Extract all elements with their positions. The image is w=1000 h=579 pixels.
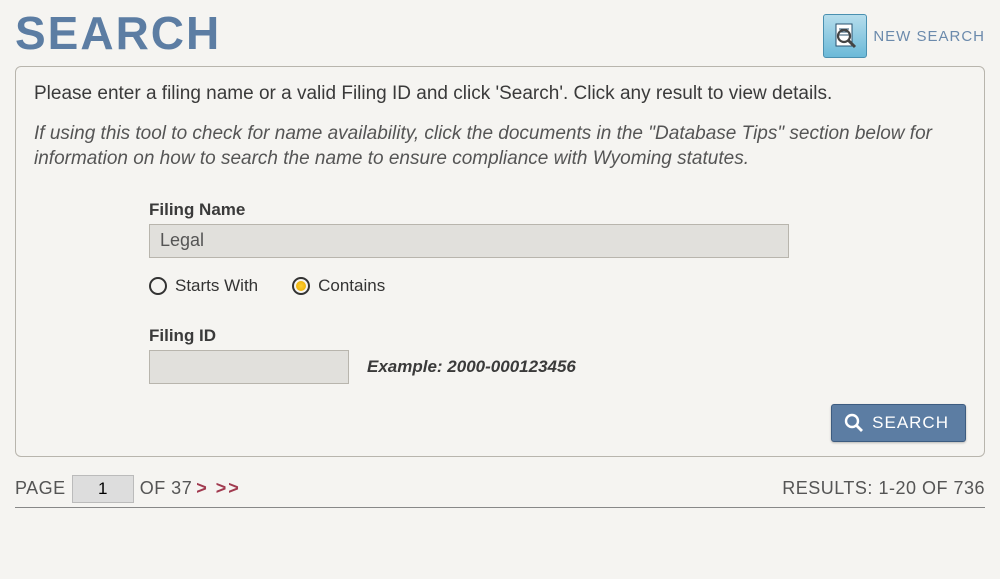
radio-contains[interactable]: Contains [292,276,385,296]
filing-id-input[interactable] [149,350,349,384]
results-summary: RESULTS: 1-20 OF 736 [782,478,985,499]
search-button-label: SEARCH [872,413,949,433]
radio-icon [292,277,310,295]
new-search-label: NEW SEARCH [873,28,985,45]
pager-next-arrows[interactable]: > >> [196,478,241,499]
search-icon [844,413,864,433]
page-word: PAGE [15,478,66,499]
of-pages: OF 37 [140,478,193,499]
pagination-bar: PAGE OF 37 > >> RESULTS: 1-20 OF 736 [15,475,985,508]
new-search-link[interactable]: NEW SEARCH [823,14,985,58]
radio-starts-with-label: Starts With [175,276,258,296]
filing-name-input[interactable] [149,224,789,258]
page-number-input[interactable] [72,475,134,503]
search-button[interactable]: SEARCH [831,404,966,442]
instruction-text: Please enter a filing name or a valid Fi… [34,81,966,107]
magnifier-document-icon [823,14,867,58]
hint-text: If using this tool to check for name ava… [34,121,966,172]
radio-icon [149,277,167,295]
radio-starts-with[interactable]: Starts With [149,276,258,296]
search-panel: Please enter a filing name or a valid Fi… [15,66,985,457]
page-title: SEARCH [15,10,221,56]
filing-name-label: Filing Name [149,200,936,220]
filing-id-example: Example: 2000-000123456 [367,357,576,377]
filing-id-label: Filing ID [149,326,936,346]
radio-contains-label: Contains [318,276,385,296]
